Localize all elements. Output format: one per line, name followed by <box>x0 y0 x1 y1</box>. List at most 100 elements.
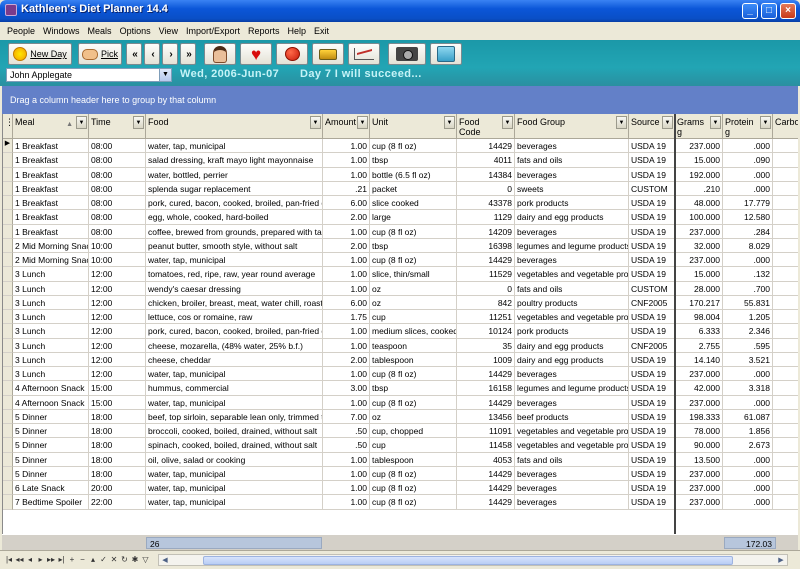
filter-dropdown-icon[interactable]: ▼ <box>616 116 627 129</box>
cell-time[interactable]: 08:00 <box>89 167 146 182</box>
row-indicator[interactable] <box>3 338 13 353</box>
cell-unit[interactable]: tablespoon <box>370 352 457 367</box>
nav-next-page-icon[interactable]: ▸▸ <box>46 554 56 565</box>
table-row[interactable]: 4 Afternoon Snack 15:00 hummus, commercial… <box>3 381 798 396</box>
cell-grams[interactable]: 237.000 <box>675 481 723 496</box>
cell-carbo[interactable] <box>773 438 798 453</box>
table-row[interactable]: 3 Lunch 12:00 chicken, broiler, breast, me… <box>3 295 798 310</box>
cell-unit[interactable]: bottle (6.5 fl oz) <box>370 167 457 182</box>
cell-source[interactable]: USDA 19 <box>629 253 675 268</box>
row-indicator[interactable] <box>3 281 13 296</box>
table-row[interactable]: 1 Breakfast 08:00 egg, whole, cooked, hard… <box>3 210 798 225</box>
cell-food[interactable]: water, tap, municipal <box>146 395 323 410</box>
column-header-time[interactable]: Time ▼ <box>89 114 146 139</box>
cell-grams[interactable]: 237.000 <box>675 139 723 154</box>
cell-protein[interactable]: .700 <box>723 281 773 296</box>
cell-grams[interactable]: 6.333 <box>675 324 723 339</box>
cell-source[interactable]: USDA 19 <box>629 196 675 211</box>
cell-meal[interactable]: 3 Lunch <box>13 338 89 353</box>
cell-protein[interactable]: 1.856 <box>723 424 773 439</box>
cell-time[interactable]: 12:00 <box>89 281 146 296</box>
cell-carbo[interactable] <box>773 324 798 339</box>
foods-button[interactable] <box>276 43 308 65</box>
cell-meal[interactable]: 1 Breakfast <box>13 167 89 182</box>
nav-refresh-icon[interactable]: ↻ <box>120 554 130 565</box>
cell-carbo[interactable] <box>773 168 798 182</box>
cell-meal[interactable]: 1 Breakfast <box>13 196 89 211</box>
row-indicator[interactable] <box>3 438 13 453</box>
table-row[interactable]: 3 Lunch 12:00 cheese, cheddar 2.00 tablespoo… <box>3 352 798 367</box>
next-day-button[interactable]: › <box>162 43 178 65</box>
cell-time[interactable]: 18:00 <box>89 424 146 439</box>
cell-meal[interactable]: 1 Breakfast <box>13 210 89 225</box>
cell-source[interactable]: USDA 19 <box>629 395 675 410</box>
cell-amount[interactable]: 1.00 <box>323 367 370 382</box>
cell-unit[interactable]: cup, chopped <box>370 424 457 439</box>
current-row-indicator-icon[interactable]: ▶ <box>3 139 13 154</box>
cell-food[interactable]: lettuce, cos or romaine, raw <box>146 310 323 325</box>
cell-time[interactable]: 08:00 <box>89 181 146 196</box>
cell-protein[interactable]: 12.580 <box>723 210 773 225</box>
cell-meal[interactable]: 5 Dinner <box>13 438 89 453</box>
last-day-button[interactable]: » <box>180 43 196 65</box>
nav-delete-icon[interactable]: − <box>78 554 88 565</box>
scroll-thumb[interactable] <box>203 556 733 565</box>
cell-food[interactable]: oil, olive, salad or cooking <box>146 452 323 467</box>
cell-meal[interactable]: 7 Bedtime Spoiler <box>13 495 89 510</box>
cell-food-group[interactable]: beverages <box>515 253 629 268</box>
cell-meal[interactable]: 4 Afternoon Snack <box>13 381 89 396</box>
cell-source[interactable]: CUSTOM <box>629 281 675 296</box>
cell-meal[interactable]: 5 Dinner <box>13 424 89 439</box>
new-day-button[interactable]: New Day <box>8 43 72 65</box>
prev-day-button[interactable]: ‹ <box>144 43 160 65</box>
row-indicator[interactable] <box>3 267 13 282</box>
cell-protein[interactable]: 8.029 <box>723 238 773 253</box>
cell-carbo[interactable] <box>773 153 798 168</box>
cell-unit[interactable]: oz <box>370 409 457 424</box>
cell-time[interactable]: 18:00 <box>89 452 146 467</box>
cell-food-code[interactable]: 14429 <box>457 253 515 268</box>
pick-button[interactable]: Pick <box>78 43 122 65</box>
cell-food-code[interactable]: 13456 <box>457 409 515 424</box>
cell-meal[interactable]: 3 Lunch <box>13 367 89 382</box>
row-indicator[interactable] <box>3 495 13 510</box>
cell-unit[interactable]: cup (8 fl oz) <box>370 395 457 410</box>
menu-help[interactable]: Help <box>284 26 311 36</box>
cell-protein[interactable]: 2.346 <box>723 324 773 339</box>
filter-dropdown-icon[interactable]: ▼ <box>357 116 368 129</box>
cell-source[interactable]: CNF2005 <box>629 295 675 310</box>
table-row[interactable]: 1 Breakfast 08:00 pork, cured, bacon, cook… <box>3 196 798 211</box>
row-indicator[interactable] <box>3 196 13 211</box>
scroll-right-icon[interactable]: ▶ <box>776 556 786 565</box>
cell-meal[interactable]: 3 Lunch <box>13 324 89 339</box>
cell-food-group[interactable]: beverages <box>515 139 629 154</box>
cell-grams[interactable]: 42.000 <box>675 381 723 396</box>
cell-time[interactable]: 18:00 <box>89 438 146 453</box>
cell-carbo[interactable] <box>773 339 798 353</box>
cell-food[interactable]: water, tap, municipal <box>146 367 323 382</box>
cell-time[interactable]: 12:00 <box>89 267 146 282</box>
cell-food-group[interactable]: beverages <box>515 167 629 182</box>
cell-carbo[interactable] <box>773 310 798 325</box>
cell-grams[interactable]: 237.000 <box>675 495 723 510</box>
cell-source[interactable]: USDA 19 <box>629 452 675 467</box>
cell-grams[interactable]: 90.000 <box>675 438 723 453</box>
cell-food-group[interactable]: vegetables and vegetable products <box>515 424 629 439</box>
cell-source[interactable]: USDA 19 <box>629 267 675 282</box>
cell-grams[interactable]: 15.000 <box>675 153 723 168</box>
cell-grams[interactable]: 78.000 <box>675 424 723 439</box>
cell-amount[interactable]: 1.00 <box>323 139 370 154</box>
row-indicator[interactable] <box>3 167 13 182</box>
cell-food-code[interactable]: 10124 <box>457 324 515 339</box>
cell-food-code[interactable]: 1129 <box>457 210 515 225</box>
cell-grams[interactable]: 48.000 <box>675 196 723 211</box>
column-header-carbo[interactable]: Carbo <box>773 114 798 139</box>
cell-amount[interactable]: 2.00 <box>323 210 370 225</box>
cell-food-code[interactable]: 14429 <box>457 395 515 410</box>
table-row[interactable]: 1 Breakfast 08:00 water, bottled, perrier 1… <box>3 167 798 182</box>
cell-source[interactable]: USDA 19 <box>629 238 675 253</box>
cell-meal[interactable]: 1 Breakfast <box>13 153 89 168</box>
user-select[interactable]: John Applegate ▼ <box>6 68 172 82</box>
cell-protein[interactable]: .132 <box>723 267 773 282</box>
cell-food-group[interactable]: vegetables and vegetable products <box>515 438 629 453</box>
